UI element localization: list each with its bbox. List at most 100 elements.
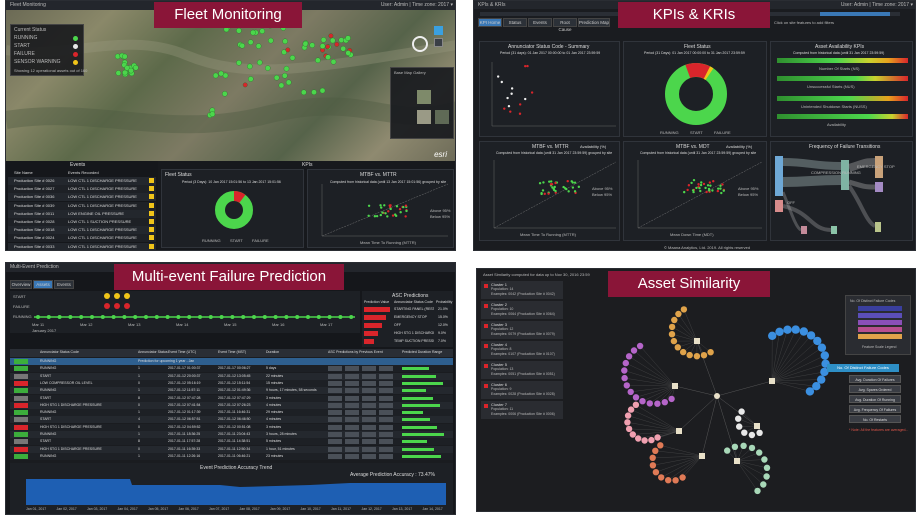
asc-row[interactable]: TEMP SUCTION PRESSURE 7.0% [364, 338, 451, 345]
prediction-chip[interactable] [328, 388, 342, 394]
asset-node[interactable] [672, 477, 679, 484]
kpi-fleet-status-donut[interactable] [624, 42, 768, 138]
asset-marker[interactable] [311, 89, 317, 95]
prediction-chip[interactable] [345, 388, 359, 394]
prediction-chip[interactable] [362, 366, 376, 372]
scatter-point[interactable] [699, 189, 702, 193]
asset-marker[interactable] [283, 65, 290, 72]
timeline-event[interactable] [154, 315, 159, 319]
scatter-point[interactable] [381, 211, 384, 214]
timeline-event[interactable] [122, 315, 127, 319]
scatter-point[interactable] [395, 205, 399, 208]
asset-marker[interactable] [236, 60, 242, 66]
scatter-point[interactable] [510, 92, 513, 95]
table-row[interactable]: RUNNING 1 2017-01-17 01:00:37 2017-01-17 00… [10, 365, 453, 373]
scatter-point[interactable] [711, 189, 714, 192]
cluster-hub[interactable] [694, 338, 700, 344]
asset-marker[interactable] [330, 59, 337, 65]
prediction-chip[interactable] [328, 439, 342, 445]
cluster-hub[interactable] [769, 378, 775, 384]
timeline-event[interactable] [241, 315, 246, 319]
asset-marker[interactable] [242, 82, 248, 88]
asset-node[interactable] [627, 388, 634, 396]
prediction-chip[interactable] [379, 373, 393, 379]
table-row[interactable]: RUNNING 1 2017-01-12 01:17:39 2017-01-11 16… [10, 409, 453, 417]
asc-row[interactable]: OFF 12.0% [364, 322, 451, 329]
asset-node[interactable] [754, 487, 761, 495]
asset-node[interactable] [761, 456, 768, 463]
prediction-chip[interactable] [362, 424, 376, 430]
scatter-point[interactable] [367, 204, 371, 208]
scatter-point[interactable] [551, 186, 554, 189]
asset-node[interactable] [700, 352, 708, 359]
asset-marker[interactable] [122, 53, 128, 60]
select-tool-icon[interactable] [434, 26, 443, 35]
scatter-point[interactable] [716, 189, 720, 193]
scatter-point[interactable] [524, 97, 527, 101]
asset-node[interactable] [632, 394, 640, 401]
timeline-event[interactable] [219, 315, 224, 319]
failure-sankey[interactable] [771, 142, 914, 242]
asset-node[interactable] [670, 337, 678, 345]
timeline-event[interactable] [349, 315, 354, 319]
availability-bar-1[interactable] [777, 58, 908, 63]
timeline-event[interactable] [68, 315, 73, 319]
scatter-point[interactable] [379, 204, 382, 207]
scatter-point[interactable] [394, 214, 398, 218]
scatter-point[interactable] [699, 183, 703, 187]
cluster-hub[interactable] [676, 428, 682, 434]
timeline-event[interactable] [144, 315, 148, 319]
cluster-hub[interactable] [754, 423, 760, 429]
tab-events[interactable]: Events [528, 18, 552, 27]
prediction-chip[interactable] [328, 402, 342, 408]
feature-selected[interactable]: No. Of Distinct Failure Codes [827, 364, 899, 372]
asset-node[interactable] [636, 342, 644, 350]
feature-button[interactable]: Avg. Duration Of Running [849, 395, 901, 403]
scatter-point[interactable] [687, 184, 691, 187]
asset-marker[interactable] [285, 79, 292, 86]
timeline-event[interactable] [284, 315, 289, 319]
cluster-hub[interactable] [699, 453, 705, 459]
prediction-chip[interactable] [362, 373, 376, 379]
tab-events-multi[interactable]: Events [54, 280, 74, 289]
prediction-chip[interactable] [345, 373, 359, 379]
prediction-chip[interactable] [328, 410, 342, 416]
timeline-event[interactable] [176, 315, 181, 319]
scatter-point[interactable] [708, 189, 711, 192]
asset-marker[interactable] [250, 29, 256, 36]
cluster-hub[interactable] [672, 383, 678, 389]
timeline-event[interactable] [90, 315, 94, 319]
scatter-point[interactable] [542, 181, 545, 184]
timeline-event[interactable] [100, 315, 105, 319]
scatter-point[interactable] [524, 64, 527, 68]
asset-node[interactable] [799, 327, 808, 336]
asset-marker[interactable] [340, 45, 346, 52]
events-table-row[interactable]: Production Site # 0026 LOW CTL 1 DISCHARG… [8, 177, 156, 185]
prediction-chip[interactable] [328, 417, 342, 423]
events-table-row[interactable]: Production Site # 0028 LOW CTL 1 SUCTION … [8, 218, 156, 226]
timeline-event[interactable] [79, 315, 84, 319]
timeline-event[interactable] [338, 315, 343, 319]
scatter-point[interactable] [404, 204, 408, 207]
asset-marker[interactable] [309, 42, 315, 48]
asset-node[interactable] [707, 349, 714, 356]
fleet-map[interactable]: Current Status RUNNING START FAILURE SEN… [6, 10, 455, 161]
scatter-point[interactable] [706, 184, 710, 187]
scatter-point[interactable] [367, 214, 370, 217]
asset-marker[interactable] [259, 28, 265, 34]
asset-node[interactable] [649, 462, 657, 469]
asset-node[interactable] [635, 435, 642, 442]
prediction-chip[interactable] [379, 453, 393, 459]
prediction-chip[interactable] [362, 417, 376, 423]
scatter-point[interactable] [705, 190, 708, 194]
prediction-chip[interactable] [362, 453, 376, 459]
asset-node[interactable] [625, 353, 633, 360]
asset-marker[interactable] [212, 72, 219, 79]
prediction-chip[interactable] [345, 439, 359, 445]
asset-node[interactable] [665, 477, 672, 484]
asset-marker[interactable] [282, 72, 288, 79]
asset-node[interactable] [624, 412, 632, 419]
cluster-item[interactable]: Cluster 5 Population: 13 Examples: 0051 (P… [481, 361, 563, 379]
timeline-event[interactable] [252, 315, 256, 319]
scatter-point[interactable] [550, 180, 553, 183]
